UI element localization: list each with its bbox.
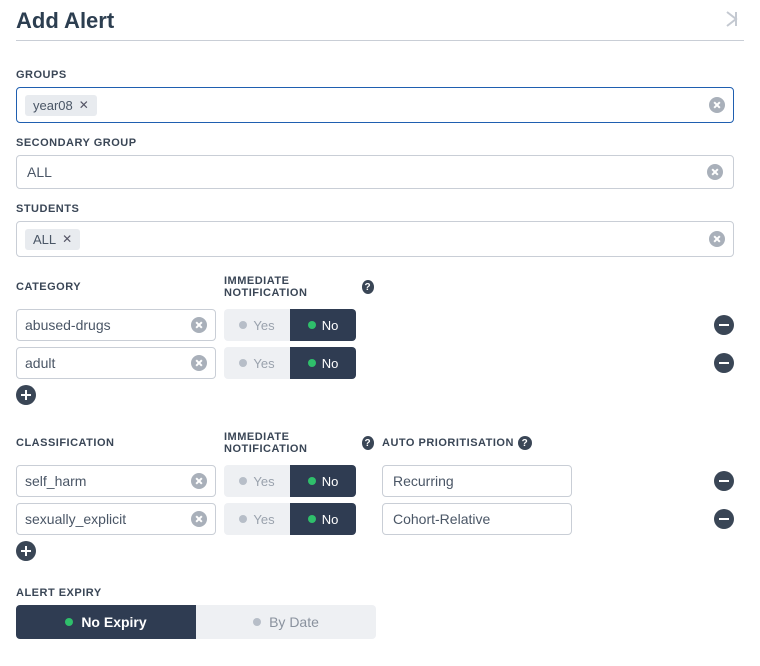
toggle-no[interactable]: No <box>290 465 356 497</box>
classification-value: self_harm <box>25 473 86 489</box>
clear-classification-icon[interactable] <box>191 473 207 489</box>
classification-label: CLASSIFICATION <box>16 437 216 449</box>
classification-row: self_harm Yes No Recurring <box>16 465 734 497</box>
toggle-no[interactable]: No <box>290 503 356 535</box>
immediate-toggle[interactable]: Yes No <box>224 347 356 379</box>
help-icon[interactable]: ? <box>362 280 374 294</box>
close-icon[interactable] <box>724 9 744 34</box>
category-value: abused-drugs <box>25 317 111 333</box>
page-title: Add Alert <box>16 8 114 34</box>
auto-prioritisation-select[interactable]: Recurring <box>382 465 572 497</box>
student-chip[interactable]: ALL ✕ <box>25 229 80 250</box>
classification-row: sexually_explicit Yes No Cohort-Relative <box>16 503 734 535</box>
remove-row-icon[interactable] <box>714 353 734 373</box>
remove-row-icon[interactable] <box>714 471 734 491</box>
toggle-yes[interactable]: Yes <box>224 503 290 535</box>
chip-remove-icon[interactable]: ✕ <box>62 232 72 246</box>
clear-secondary-group-icon[interactable] <box>707 164 723 180</box>
auto-prioritisation-label: AUTO PRIORITISATION <box>382 437 514 449</box>
chip-remove-icon[interactable]: ✕ <box>79 98 89 112</box>
classification-value: sexually_explicit <box>25 511 126 527</box>
clear-category-icon[interactable] <box>191 355 207 371</box>
alert-expiry-label: ALERT EXPIRY <box>16 587 734 599</box>
expiry-no-expiry[interactable]: No Expiry <box>16 605 196 639</box>
students-label: STUDENTS <box>16 203 734 215</box>
help-icon[interactable]: ? <box>518 436 532 450</box>
clear-classification-icon[interactable] <box>191 511 207 527</box>
immediate-notification-label: IMMEDIATE NOTIFICATION <box>224 275 358 299</box>
help-icon[interactable]: ? <box>362 436 374 450</box>
clear-groups-icon[interactable] <box>709 97 725 113</box>
students-input[interactable]: ALL ✕ <box>16 221 734 257</box>
clear-students-icon[interactable] <box>709 231 725 247</box>
groups-label: GROUPS <box>16 69 734 81</box>
alert-expiry-toggle[interactable]: No Expiry By Date <box>16 605 376 639</box>
groups-input[interactable]: year08 ✕ <box>16 87 734 123</box>
secondary-group-input[interactable]: ALL <box>16 155 734 189</box>
immediate-toggle[interactable]: Yes No <box>224 503 356 535</box>
group-chip[interactable]: year08 ✕ <box>25 95 97 116</box>
add-classification-button[interactable] <box>16 541 36 561</box>
category-input[interactable]: abused-drugs <box>16 309 216 341</box>
secondary-group-label: SECONDARY GROUP <box>16 137 734 149</box>
remove-row-icon[interactable] <box>714 315 734 335</box>
category-input[interactable]: adult <box>16 347 216 379</box>
toggle-yes[interactable]: Yes <box>224 309 290 341</box>
category-value: adult <box>25 355 55 371</box>
chip-text: year08 <box>33 98 73 113</box>
chip-text: ALL <box>33 232 56 247</box>
toggle-yes[interactable]: Yes <box>224 347 290 379</box>
classification-input[interactable]: self_harm <box>16 465 216 497</box>
remove-row-icon[interactable] <box>714 509 734 529</box>
clear-category-icon[interactable] <box>191 317 207 333</box>
auto-prioritisation-select[interactable]: Cohort-Relative <box>382 503 572 535</box>
secondary-group-value: ALL <box>27 164 52 180</box>
category-label: CATEGORY <box>16 281 216 293</box>
category-row: abused-drugs Yes No <box>16 309 734 341</box>
expiry-by-date[interactable]: By Date <box>196 605 376 639</box>
classification-input[interactable]: sexually_explicit <box>16 503 216 535</box>
toggle-no[interactable]: No <box>290 347 356 379</box>
toggle-yes[interactable]: Yes <box>224 465 290 497</box>
category-row: adult Yes No <box>16 347 734 379</box>
immediate-toggle[interactable]: Yes No <box>224 465 356 497</box>
immediate-notification-label: IMMEDIATE NOTIFICATION <box>224 431 358 455</box>
toggle-no[interactable]: No <box>290 309 356 341</box>
form-scroll-area[interactable]: GROUPS year08 ✕ SECONDARY GROUP ALL STUD… <box>16 55 744 650</box>
add-category-button[interactable] <box>16 385 36 405</box>
immediate-toggle[interactable]: Yes No <box>224 309 356 341</box>
